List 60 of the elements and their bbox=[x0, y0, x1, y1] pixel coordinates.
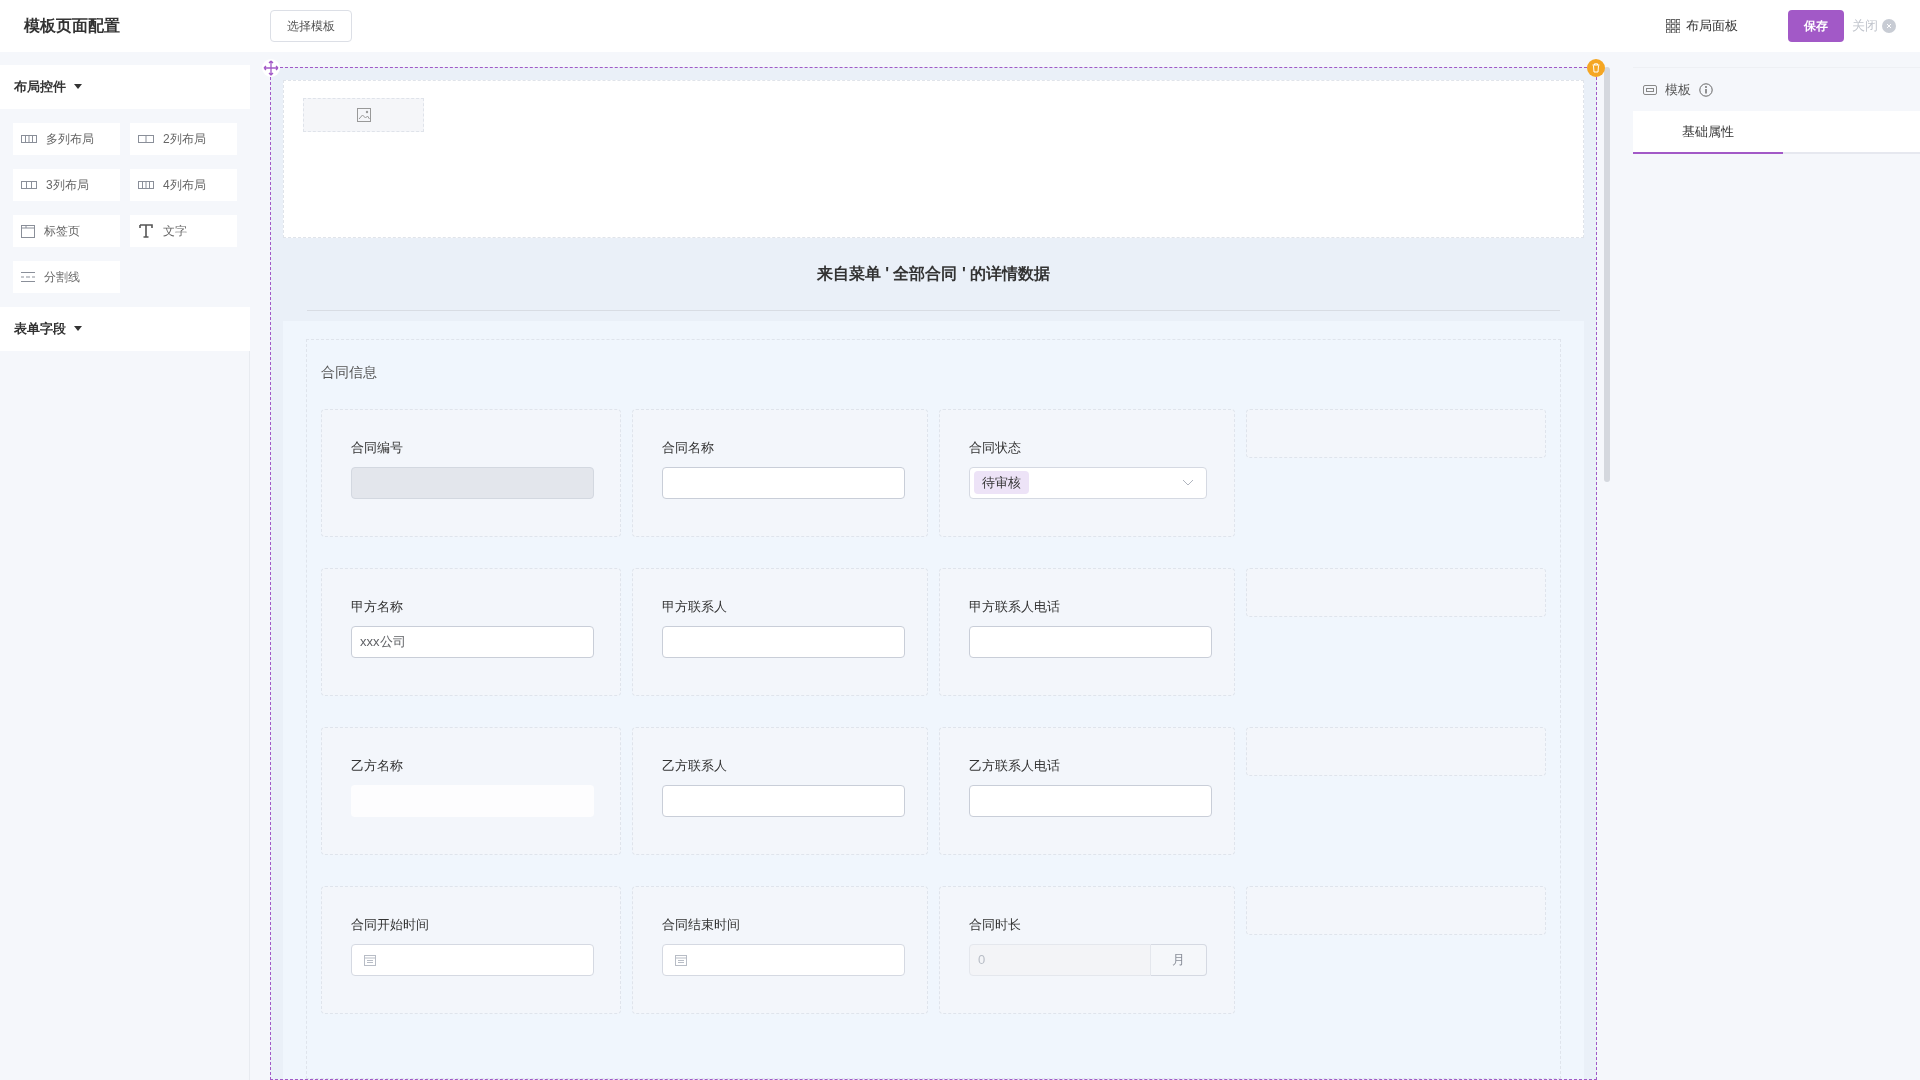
section-header[interactable]: 表单字段 bbox=[0, 307, 250, 351]
field-label: 乙方联系人 bbox=[662, 757, 728, 775]
text-input[interactable] bbox=[662, 466, 905, 499]
text-input[interactable] bbox=[969, 784, 1212, 817]
tab-page-icon bbox=[21, 224, 35, 238]
field-label: 甲方联系人 bbox=[662, 598, 728, 616]
unit-addon: 月 bbox=[1151, 943, 1207, 976]
widget-item[interactable]: 文字 bbox=[130, 215, 237, 247]
widget-item[interactable]: 4列布局 bbox=[130, 169, 237, 201]
columns-icon bbox=[138, 133, 154, 145]
template-icon bbox=[1643, 84, 1657, 95]
field-label: 合同名称 bbox=[662, 439, 715, 457]
group-title: 合同信息 bbox=[321, 363, 378, 382]
calendar-icon bbox=[675, 953, 687, 966]
field-label: 甲方名称 bbox=[351, 598, 404, 616]
image-icon bbox=[356, 108, 371, 122]
text-input[interactable]: xxx公司 bbox=[351, 625, 594, 658]
field-label: 合同时长 bbox=[969, 916, 1022, 934]
caret-down-icon bbox=[74, 84, 82, 90]
text-input[interactable] bbox=[662, 625, 905, 658]
info-icon bbox=[1699, 82, 1713, 97]
chevron-down-icon bbox=[1182, 478, 1194, 487]
date-input[interactable] bbox=[662, 943, 905, 976]
input-value: xxx公司 bbox=[360, 632, 406, 651]
widget-item[interactable]: 3列布局 bbox=[13, 169, 120, 201]
calendar-icon bbox=[364, 953, 376, 966]
widget-item[interactable]: 多列布局 bbox=[13, 123, 120, 155]
text-t-icon bbox=[138, 223, 154, 239]
select-template-button[interactable]: 选择模板 bbox=[270, 10, 352, 42]
layout-panel-button[interactable]: 布局面板 bbox=[1666, 16, 1738, 36]
section-header[interactable]: 布局控件 bbox=[0, 65, 250, 109]
widget-item[interactable]: 分割线 bbox=[13, 261, 120, 293]
widget-item[interactable]: 标签页 bbox=[13, 215, 120, 247]
trash-icon[interactable] bbox=[1587, 59, 1605, 77]
divider-icon bbox=[21, 271, 35, 283]
panel-title: 模板 bbox=[1665, 80, 1691, 99]
field-label: 乙方联系人电话 bbox=[969, 757, 1061, 775]
field-label: 合同状态 bbox=[969, 439, 1022, 457]
field-label: 合同结束时间 bbox=[662, 916, 741, 934]
number-input[interactable]: 0 bbox=[969, 943, 1151, 976]
status-tag: 待审核 bbox=[974, 470, 1029, 495]
columns-icon bbox=[138, 179, 154, 191]
text-input[interactable] bbox=[662, 784, 905, 817]
caret-down-icon bbox=[74, 326, 82, 332]
field-label: 合同开始时间 bbox=[351, 916, 430, 934]
close-icon bbox=[1882, 19, 1896, 33]
save-button[interactable]: 保存 bbox=[1788, 10, 1844, 42]
date-input[interactable] bbox=[351, 943, 594, 976]
status-select[interactable]: 待审核 bbox=[969, 466, 1207, 499]
widget-item[interactable]: 2列布局 bbox=[130, 123, 237, 155]
grid-icon bbox=[1666, 19, 1680, 33]
text-input[interactable] bbox=[969, 625, 1212, 658]
field-label: 乙方名称 bbox=[351, 757, 404, 775]
move-icon[interactable] bbox=[262, 59, 280, 77]
section-heading: 来自菜单 ' 全部合同 ' 的详情数据 bbox=[815, 264, 1052, 284]
columns-icon bbox=[21, 179, 37, 191]
columns-icon bbox=[21, 133, 37, 145]
field-label: 甲方联系人电话 bbox=[969, 598, 1061, 616]
field-label: 合同编号 bbox=[351, 439, 404, 457]
page-title: 模板页面配置 bbox=[24, 16, 121, 36]
